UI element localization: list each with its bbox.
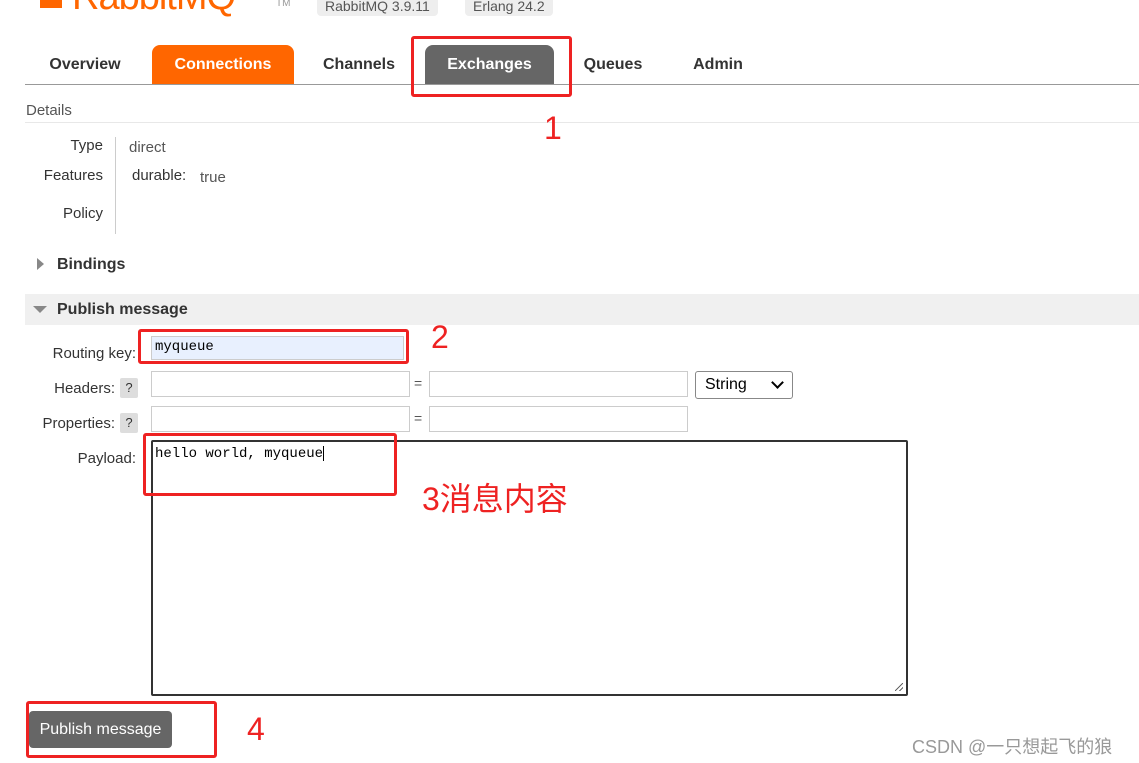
annotation-box-routing-key: [138, 329, 409, 364]
tab-queues[interactable]: Queues: [568, 45, 658, 84]
version-badge: RabbitMQ 3.9.11: [317, 0, 438, 16]
property-value-input[interactable]: [429, 406, 688, 432]
watermark: CSDN @一只想起飞的狼: [912, 737, 1113, 757]
type-label: Type: [70, 137, 103, 154]
property-key-input[interactable]: [151, 406, 410, 432]
header-type-value: String: [705, 376, 747, 393]
bindings-section[interactable]: Bindings: [25, 249, 1139, 280]
annotation-number-2: 2: [431, 319, 449, 355]
routing-key-label: Routing key:: [52, 345, 136, 362]
publish-section-label: Publish message: [57, 301, 188, 318]
collapse-arrow-icon: [33, 306, 47, 313]
header-key-input[interactable]: [151, 371, 410, 397]
tab-admin[interactable]: Admin: [672, 45, 764, 84]
header-type-select[interactable]: String: [695, 371, 793, 399]
tab-connections[interactable]: Connections: [152, 45, 294, 84]
bindings-label: Bindings: [57, 256, 126, 273]
erlang-badge: Erlang 24.2: [465, 0, 553, 16]
details-title: Details: [26, 102, 72, 119]
publish-section-header[interactable]: Publish message: [25, 294, 1139, 325]
tab-divider: [25, 84, 1139, 85]
details-separator: [115, 137, 116, 234]
properties-help-icon[interactable]: ?: [120, 413, 138, 433]
header-value-input[interactable]: [429, 371, 688, 397]
resize-handle-icon[interactable]: [895, 683, 903, 691]
properties-equals: =: [414, 410, 423, 426]
annotation-number-4: 4: [247, 711, 265, 747]
logo-text: RabbitMQ: [72, 0, 236, 16]
payload-label: Payload:: [77, 450, 136, 467]
tab-channels[interactable]: Channels: [306, 45, 412, 84]
annotation-number-1: 1: [544, 110, 562, 146]
durable-key: durable:: [132, 167, 187, 184]
chevron-down-icon: [771, 376, 784, 389]
logo-trademark: TM: [276, 0, 291, 9]
durable-value: true: [200, 169, 226, 186]
annotation-box-publish: [26, 701, 217, 758]
annotation-box-exchanges: [411, 36, 572, 97]
policy-label: Policy: [62, 205, 103, 222]
features-label: Features: [43, 167, 103, 184]
headers-equals: =: [414, 375, 423, 391]
properties-label: Properties:: [42, 415, 115, 432]
rabbitmq-logo-icon: [40, 0, 62, 8]
tab-overview[interactable]: Overview: [32, 45, 138, 84]
annotation-box-payload: [143, 433, 397, 496]
headers-label: Headers:: [54, 380, 115, 397]
annotation-payload-label: 3消息内容: [422, 481, 568, 517]
type-value: direct: [129, 139, 166, 156]
expand-arrow-icon: [37, 258, 44, 270]
headers-help-icon[interactable]: ?: [120, 378, 138, 398]
details-divider: [25, 122, 1139, 123]
